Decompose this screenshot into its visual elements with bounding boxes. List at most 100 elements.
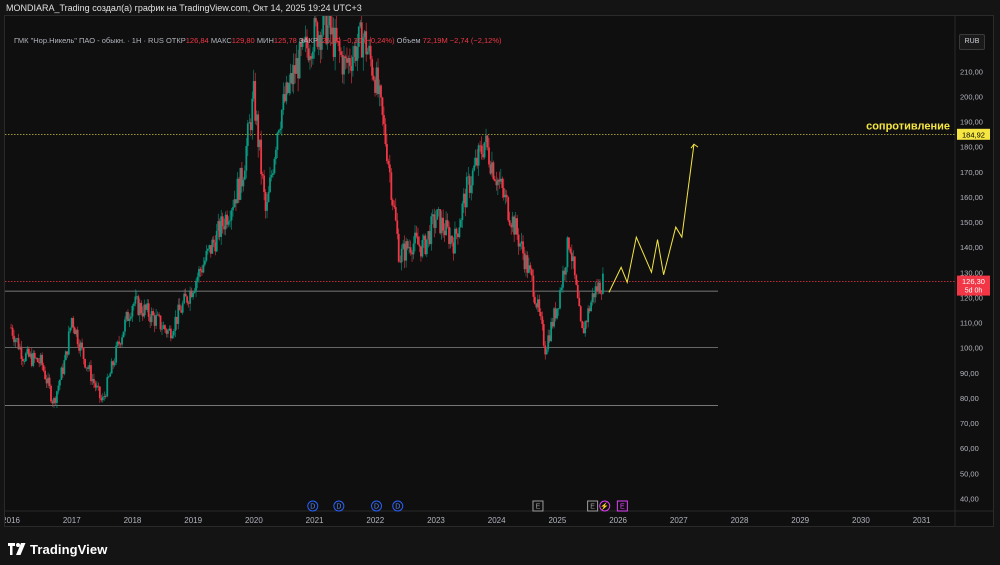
candle-body bbox=[584, 321, 587, 334]
x-tick-label: 2025 bbox=[548, 516, 566, 525]
candle-body bbox=[122, 331, 125, 338]
candle-body bbox=[155, 315, 157, 326]
earnings-marker-label: E bbox=[536, 504, 541, 511]
candle-body bbox=[421, 239, 424, 257]
candle-body bbox=[42, 365, 45, 371]
candle-body bbox=[276, 132, 279, 150]
candle-body bbox=[409, 247, 412, 253]
candle-body bbox=[84, 358, 86, 368]
candle-body bbox=[418, 244, 421, 247]
candle-body bbox=[270, 174, 273, 178]
candle-body bbox=[356, 46, 359, 61]
candle-body bbox=[519, 243, 521, 247]
candle-body bbox=[246, 123, 249, 146]
candle-body bbox=[242, 179, 245, 187]
candle-body bbox=[272, 173, 274, 175]
candle-body bbox=[128, 318, 131, 322]
candle-body bbox=[369, 45, 372, 60]
candle-body bbox=[109, 373, 112, 377]
candle-body bbox=[273, 158, 276, 174]
candle-body bbox=[451, 235, 453, 243]
candle-body bbox=[573, 256, 576, 276]
close-label: ЗАКР bbox=[298, 36, 318, 45]
candle-body bbox=[121, 337, 123, 345]
candle-body bbox=[541, 316, 544, 325]
candle-body bbox=[184, 293, 187, 297]
candle-body bbox=[349, 57, 351, 66]
candle-body bbox=[508, 220, 511, 225]
candle-body bbox=[279, 128, 282, 131]
candle-body bbox=[590, 302, 592, 312]
volume-change: −2,74 (−2,12%) bbox=[449, 36, 502, 45]
x-tick-label: 2024 bbox=[488, 516, 506, 525]
candle-body bbox=[161, 328, 163, 330]
candle-body bbox=[459, 220, 462, 228]
x-tick-label: 2022 bbox=[366, 516, 384, 525]
candle-body bbox=[397, 233, 400, 262]
y-tick-label: 90,00 bbox=[960, 369, 979, 378]
chart-canvas[interactable]: 40,00 50,00 60,00 70,00 80,00 90,00 100,00 110,… bbox=[5, 16, 993, 526]
candle-body bbox=[275, 149, 277, 159]
candle-body bbox=[23, 360, 26, 362]
dividend-marker-label: D bbox=[395, 504, 400, 511]
candle-body bbox=[340, 51, 342, 55]
candle-body bbox=[406, 241, 409, 249]
candle-body bbox=[477, 145, 480, 166]
candle-body bbox=[529, 265, 532, 270]
candle-body bbox=[11, 327, 14, 336]
x-tick-label: 2016 bbox=[5, 516, 21, 525]
candle-body bbox=[501, 178, 504, 189]
x-tick-label: 2018 bbox=[124, 516, 142, 525]
candle-body bbox=[385, 144, 388, 161]
candle-body bbox=[193, 290, 196, 293]
candle-body bbox=[471, 170, 474, 186]
candle-body bbox=[212, 239, 215, 243]
footer: TradingView bbox=[8, 540, 107, 558]
currency-button[interactable]: RUB bbox=[959, 34, 985, 50]
chart-panel[interactable]: 40,00 50,00 60,00 70,00 80,00 90,00 100,00 110,… bbox=[4, 15, 994, 527]
candle-body bbox=[90, 365, 92, 382]
candle-body bbox=[181, 303, 184, 313]
candle-body bbox=[494, 179, 496, 181]
candle-body bbox=[538, 299, 541, 312]
candle-body bbox=[63, 360, 66, 374]
x-tick-label: 2030 bbox=[852, 516, 870, 525]
candle-body bbox=[372, 75, 375, 80]
candle-body bbox=[72, 318, 75, 328]
candle-body bbox=[565, 267, 567, 275]
candle-body bbox=[202, 264, 205, 273]
candle-body bbox=[458, 227, 461, 238]
candle-body bbox=[380, 85, 382, 98]
candle-body bbox=[229, 220, 231, 222]
candle-body bbox=[167, 330, 169, 334]
candle-body bbox=[158, 314, 160, 316]
candle-body bbox=[113, 362, 116, 366]
y-tick-label: 70,00 bbox=[960, 419, 979, 428]
candle-body bbox=[221, 216, 224, 227]
candle-body bbox=[578, 298, 581, 307]
candle-body bbox=[115, 345, 118, 363]
candle-body bbox=[266, 202, 268, 211]
candle-body bbox=[483, 142, 486, 158]
candle-body bbox=[14, 339, 17, 343]
candle-body bbox=[280, 110, 283, 129]
y-tick-label: 50,00 bbox=[960, 469, 979, 478]
candle-body bbox=[532, 275, 535, 297]
candle-body bbox=[366, 51, 369, 55]
candle-body bbox=[76, 329, 79, 345]
candle-body bbox=[522, 241, 524, 254]
candle-body bbox=[322, 16, 325, 35]
candle-body bbox=[400, 248, 403, 263]
candle-body bbox=[313, 18, 316, 52]
high-value: 129,80 bbox=[231, 36, 255, 45]
candle-body bbox=[371, 59, 374, 76]
candle-body bbox=[245, 145, 248, 171]
candle-body bbox=[232, 207, 234, 211]
candle-body bbox=[473, 165, 476, 171]
candle-body bbox=[383, 115, 385, 125]
candle-body bbox=[50, 386, 52, 402]
candle-body bbox=[602, 273, 604, 294]
candle-body bbox=[470, 185, 473, 193]
last-price-label: 126,30 bbox=[962, 277, 985, 286]
projection-line bbox=[608, 144, 695, 293]
